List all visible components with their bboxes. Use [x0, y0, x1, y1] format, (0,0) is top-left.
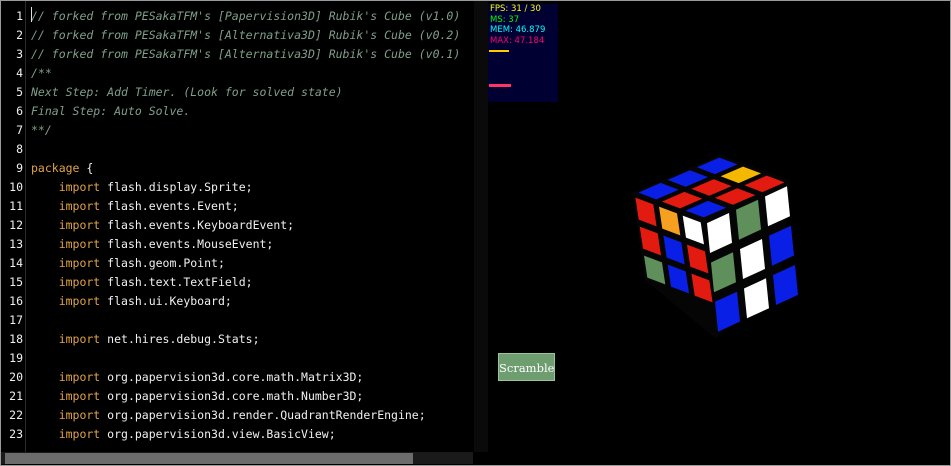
- line-number: 2: [16, 28, 23, 42]
- code-comment: **/: [31, 123, 52, 137]
- gutter-divider: [25, 1, 26, 452]
- code-text: // forked from PESakaTFM's [Papervision3…: [31, 7, 460, 26]
- code-token: flash.text.TextField;: [100, 275, 253, 289]
- code-text: /**: [31, 64, 52, 83]
- line-number: 23: [9, 427, 23, 441]
- code-text: import flash.events.Event;: [31, 197, 239, 216]
- code-text: **/: [31, 121, 52, 140]
- line-number: 20: [9, 370, 23, 384]
- line-number: 10: [9, 180, 23, 194]
- code-keyword: import: [31, 294, 101, 308]
- code-comment: /**: [31, 66, 52, 80]
- rubiks-cube-view[interactable]: [615, 150, 805, 345]
- code-text: import flash.text.TextField;: [31, 273, 253, 292]
- stats-mem: MEM: 46.879: [490, 25, 546, 35]
- code-keyword: import: [31, 370, 101, 384]
- stats-monitor: FPS: 31 / 30 MS: 37 MEM: 46.879 MAX: 47.…: [488, 4, 558, 102]
- code-token: flash.events.MouseEvent;: [100, 237, 274, 251]
- editor-vertical-scrollbar[interactable]: [474, 1, 488, 452]
- code-text: package {: [31, 159, 93, 178]
- line-number: 13: [9, 237, 23, 251]
- code-comment: // forked from PESakaTFM's [Alternativa3…: [31, 47, 461, 61]
- code-text: import flash.ui.Keyboard;: [31, 292, 232, 311]
- line-number: 6: [16, 104, 23, 118]
- code-keyword: import: [31, 408, 101, 422]
- code-text: import org.papervision3d.render.Quadrant…: [31, 406, 426, 425]
- stats-fps: FPS: 31 / 30: [490, 4, 541, 14]
- code-text: import org.papervision3d.core.math.Matri…: [31, 368, 364, 387]
- code-token: flash.geom.Point;: [100, 256, 225, 270]
- line-number: 12: [9, 218, 23, 232]
- code-keyword: import: [31, 275, 101, 289]
- line-number: 17: [9, 313, 23, 327]
- code-token: org.papervision3d.view.BasicView;: [100, 427, 336, 441]
- code-text: import net.hires.debug.Stats;: [31, 330, 260, 349]
- text-cursor: [31, 7, 32, 22]
- code-text: import flash.events.MouseEvent;: [31, 235, 274, 254]
- code-text: import flash.display.Sprite;: [31, 178, 253, 197]
- horizontal-scroll-thumb[interactable]: [5, 453, 413, 464]
- code-token: flash.events.Event;: [100, 199, 239, 213]
- line-number: 8: [16, 142, 23, 156]
- code-keyword: import: [31, 180, 101, 194]
- line-number: 15: [9, 275, 23, 289]
- code-token: org.papervision3d.core.math.Number3D;: [100, 389, 364, 403]
- code-token: flash.events.KeyboardEvent;: [100, 218, 295, 232]
- stats-ms: MS: 37: [490, 14, 520, 25]
- code-token: net.hires.debug.Stats;: [100, 332, 260, 346]
- line-number: 21: [9, 389, 23, 403]
- code-comment: Final Step: Auto Solve.: [31, 104, 191, 118]
- code-keyword: import: [31, 218, 101, 232]
- code-text: Next Step: Add Timer. (Look for solved s…: [31, 83, 343, 102]
- line-number: 5: [16, 85, 23, 99]
- code-text: // forked from PESakaTFM's [Alternativa3…: [31, 45, 460, 64]
- code-token: org.papervision3d.render.QuadrantRenderE…: [100, 408, 426, 422]
- code-text: import org.papervision3d.view.BasicView;: [31, 425, 336, 444]
- code-token: flash.ui.Keyboard;: [100, 294, 232, 308]
- scramble-button[interactable]: Scramble: [498, 353, 555, 381]
- code-keyword: import: [31, 256, 101, 270]
- code-comment: Next Step: Add Timer. (Look for solved s…: [31, 85, 343, 99]
- code-keyword: import: [31, 389, 101, 403]
- line-number: 22: [9, 408, 23, 422]
- line-number: 1: [16, 9, 23, 23]
- line-number: 19: [9, 351, 23, 365]
- line-number: 16: [9, 294, 23, 308]
- editor-horizontal-scrollbar[interactable]: [1, 452, 473, 464]
- rubiks-cube[interactable]: [615, 150, 805, 345]
- line-number: 3: [16, 47, 23, 61]
- line-number: 4: [16, 66, 23, 80]
- code-comment: // forked from PESakaTFM's [Papervision3…: [31, 9, 461, 23]
- code-token: org.papervision3d.core.math.Matrix3D;: [100, 370, 364, 384]
- code-keyword: package: [31, 161, 80, 175]
- code-text: Final Step: Auto Solve.: [31, 102, 190, 121]
- code-editor[interactable]: 1 // forked from PESakaTFM's [Papervision…: [1, 1, 473, 452]
- stats-max: MAX: 47.184: [490, 35, 545, 46]
- line-number: 18: [9, 332, 23, 346]
- code-text: import org.papervision3d.core.math.Numbe…: [31, 387, 364, 406]
- line-number: 11: [9, 199, 23, 213]
- code-text: import flash.geom.Point;: [31, 254, 225, 273]
- stats-fps-graph: [489, 50, 509, 52]
- code-keyword: import: [31, 199, 101, 213]
- code-keyword: import: [31, 427, 101, 441]
- code-token: flash.display.Sprite;: [100, 180, 253, 194]
- code-text: // forked from PESakaTFM's [Alternativa3…: [31, 26, 460, 45]
- code-token: {: [79, 161, 94, 175]
- line-number: 9: [16, 161, 23, 175]
- line-number: 7: [16, 123, 23, 137]
- line-number: 14: [9, 256, 23, 270]
- stats-mem-graph: [489, 84, 511, 87]
- code-text: import flash.events.KeyboardEvent;: [31, 216, 294, 235]
- code-keyword: import: [31, 237, 101, 251]
- code-comment: // forked from PESakaTFM's [Alternativa3…: [31, 28, 461, 42]
- code-keyword: import: [31, 332, 101, 346]
